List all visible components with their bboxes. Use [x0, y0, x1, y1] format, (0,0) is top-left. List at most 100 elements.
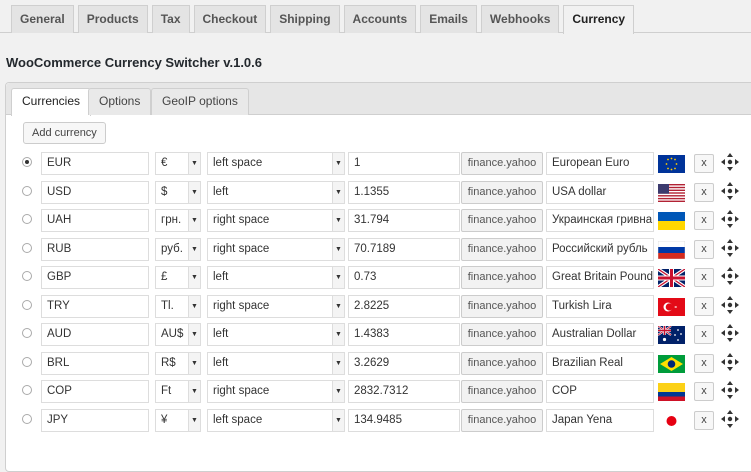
currency-code-input[interactable]: TRY	[41, 294, 149, 318]
currency-symbol-select[interactable]: £ ▼	[155, 266, 201, 289]
currency-code-input[interactable]: GBP	[41, 266, 149, 289]
exchange-rate-input[interactable]: 2.8225	[348, 294, 460, 318]
exchange-rate-input[interactable]: 1	[348, 152, 460, 175]
move-arrows-icon[interactable]	[721, 181, 739, 200]
delete-currency-button[interactable]: x	[694, 353, 714, 373]
chevron-down-icon[interactable]: ▼	[188, 238, 200, 260]
default-currency-radio[interactable]	[22, 356, 32, 367]
move-arrows-icon[interactable]	[721, 409, 739, 428]
tab-tax[interactable]: Tax	[151, 5, 190, 33]
symbol-position-select[interactable]: right space ▼	[207, 209, 345, 232]
currency-code-input[interactable]: JPY	[41, 408, 149, 432]
symbol-position-select[interactable]: right space ▼	[207, 294, 345, 318]
delete-currency-button[interactable]: x	[694, 410, 714, 430]
currency-symbol-select[interactable]: ¥ ▼	[155, 408, 201, 432]
exchange-rate-input[interactable]: 0.73	[348, 266, 460, 289]
delete-currency-button[interactable]: x	[694, 154, 714, 173]
currency-description-input[interactable]: Japan Yena	[546, 408, 654, 432]
default-currency-radio[interactable]	[22, 214, 32, 224]
currency-code-input[interactable]: USD	[41, 180, 149, 204]
currency-description-input[interactable]: Brazilian Real	[546, 351, 654, 375]
subtab-geoip-options[interactable]: GeoIP options	[151, 88, 249, 115]
symbol-position-select[interactable]: left ▼	[207, 180, 345, 204]
symbol-position-select[interactable]: left ▼	[207, 323, 345, 346]
currency-code-input[interactable]: BRL	[41, 351, 149, 375]
move-arrows-icon[interactable]	[721, 352, 739, 371]
delete-currency-button[interactable]: x	[694, 268, 714, 287]
currency-symbol-select[interactable]: R$ ▼	[155, 351, 201, 375]
co-flag-icon[interactable]	[658, 383, 685, 401]
get-rate-button[interactable]: finance.yahoo	[461, 180, 543, 204]
currency-description-input[interactable]: COP	[546, 380, 654, 403]
move-arrows-icon[interactable]	[721, 238, 739, 257]
eu-flag-icon[interactable]	[658, 155, 685, 173]
exchange-rate-input[interactable]: 1.1355	[348, 180, 460, 204]
symbol-position-select[interactable]: right space ▼	[207, 237, 345, 261]
get-rate-button[interactable]: finance.yahoo	[461, 209, 543, 232]
subtab-currencies[interactable]: Currencies	[11, 88, 92, 116]
move-arrows-icon[interactable]	[721, 324, 739, 342]
currency-symbol-select[interactable]: Tl. ▼	[155, 294, 201, 318]
br-flag-icon[interactable]	[658, 354, 685, 373]
default-currency-radio[interactable]	[22, 271, 32, 281]
move-arrows-icon[interactable]	[721, 295, 739, 314]
move-arrows-icon[interactable]	[721, 210, 739, 228]
chevron-down-icon[interactable]: ▼	[188, 295, 200, 317]
gb-flag-icon[interactable]	[658, 269, 685, 287]
currency-description-input[interactable]: Украинская гривна	[546, 209, 654, 232]
chevron-down-icon[interactable]: ▼	[188, 267, 200, 288]
jp-flag-icon[interactable]	[658, 411, 685, 430]
default-currency-radio[interactable]	[22, 185, 32, 196]
chevron-down-icon[interactable]: ▼	[332, 295, 344, 317]
currency-description-input[interactable]: Российский рубль	[546, 237, 654, 261]
tab-products[interactable]: Products	[77, 5, 148, 33]
delete-currency-button[interactable]: x	[694, 382, 714, 401]
move-arrows-icon[interactable]	[721, 153, 739, 171]
chevron-down-icon[interactable]: ▼	[188, 381, 200, 402]
chevron-down-icon[interactable]: ▼	[332, 238, 344, 260]
exchange-rate-input[interactable]: 134.9485	[348, 408, 460, 432]
chevron-down-icon[interactable]: ▼	[332, 267, 344, 288]
ru-flag-icon[interactable]	[658, 240, 685, 259]
currency-symbol-select[interactable]: AU$ ▼	[155, 323, 201, 346]
chevron-down-icon[interactable]: ▼	[332, 381, 344, 402]
get-rate-button[interactable]: finance.yahoo	[461, 380, 543, 403]
subtab-options[interactable]: Options	[88, 88, 152, 115]
currency-description-input[interactable]: Australian Dollar	[546, 323, 654, 346]
chevron-down-icon[interactable]: ▼	[332, 153, 344, 174]
tab-shipping[interactable]: Shipping	[270, 5, 340, 33]
currency-code-input[interactable]: COP	[41, 380, 149, 403]
symbol-position-select[interactable]: left ▼	[207, 266, 345, 289]
exchange-rate-input[interactable]: 70.7189	[348, 237, 460, 261]
tab-checkout[interactable]: Checkout	[193, 5, 267, 33]
currency-symbol-select[interactable]: грн. ▼	[155, 209, 201, 232]
symbol-position-select[interactable]: left ▼	[207, 351, 345, 375]
delete-currency-button[interactable]: x	[694, 325, 714, 344]
exchange-rate-input[interactable]: 1.4383	[348, 323, 460, 346]
currency-code-input[interactable]: UAH	[41, 209, 149, 232]
tab-webhooks[interactable]: Webhooks	[480, 5, 560, 33]
symbol-position-select[interactable]: left space ▼	[207, 152, 345, 175]
symbol-position-select[interactable]: left space ▼	[207, 408, 345, 432]
default-currency-radio[interactable]	[22, 328, 32, 338]
move-arrows-icon[interactable]	[721, 381, 739, 399]
get-rate-button[interactable]: finance.yahoo	[461, 152, 543, 175]
default-currency-radio[interactable]	[22, 242, 32, 253]
delete-currency-button[interactable]: x	[694, 296, 714, 316]
get-rate-button[interactable]: finance.yahoo	[461, 351, 543, 375]
currency-symbol-select[interactable]: € ▼	[155, 152, 201, 175]
currency-description-input[interactable]: European Euro	[546, 152, 654, 175]
delete-currency-button[interactable]: x	[694, 211, 714, 230]
get-rate-button[interactable]: finance.yahoo	[461, 237, 543, 261]
currency-code-input[interactable]: EUR	[41, 152, 149, 175]
tab-general[interactable]: General	[11, 5, 74, 33]
tab-emails[interactable]: Emails	[420, 5, 477, 33]
default-currency-radio[interactable]	[22, 157, 32, 167]
currency-symbol-select[interactable]: руб. ▼	[155, 237, 201, 261]
default-currency-radio[interactable]	[22, 299, 32, 310]
exchange-rate-input[interactable]: 3.2629	[348, 351, 460, 375]
au-flag-icon[interactable]	[658, 326, 685, 344]
currency-symbol-select[interactable]: $ ▼	[155, 180, 201, 204]
chevron-down-icon[interactable]: ▼	[188, 210, 200, 231]
chevron-down-icon[interactable]: ▼	[332, 210, 344, 231]
